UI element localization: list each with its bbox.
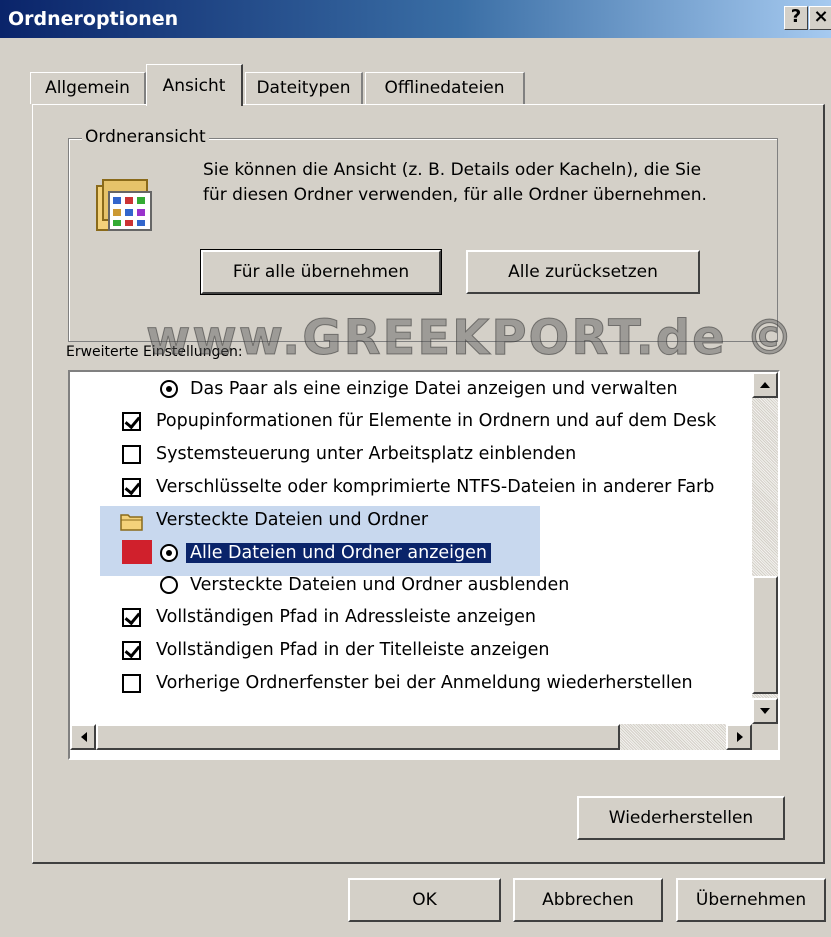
cancel-button[interactable]: Abbrechen (513, 878, 663, 922)
reset-all-folders-button[interactable]: Alle zurücksetzen (466, 250, 700, 294)
setting-row-systemsteuerung[interactable]: Systemsteuerung unter Arbeitsplatz einbl… (70, 439, 752, 469)
setting-label: Versteckte Dateien und Ordner ausblenden (190, 575, 570, 595)
advanced-settings-tree[interactable]: Das Paar als eine einzige Datei anzeigen… (68, 370, 780, 760)
setting-row-paar-als-datei[interactable]: Das Paar als eine einzige Datei anzeigen… (70, 374, 752, 404)
setting-row-pfad-adressleiste[interactable]: Vollständigen Pfad in Adressleiste anzei… (70, 602, 752, 632)
setting-label: Das Paar als eine einzige Datei anzeigen… (190, 379, 678, 399)
advanced-settings-list: Das Paar als eine einzige Datei anzeigen… (70, 372, 752, 724)
setting-label: Verschlüsselte oder komprimierte NTFS-Da… (156, 477, 715, 497)
setting-row-alle-dateien-anzeigen[interactable]: Alle Dateien und Ordner anzeigen (70, 538, 752, 568)
setting-row-ordnerfenster-wiederherstellen[interactable]: Vorherige Ordnerfenster bei der Anmeldun… (70, 668, 752, 698)
arrow-up-icon (760, 382, 770, 388)
title-bar[interactable]: Ordneroptionen ? × (0, 0, 831, 38)
radio-versteckte-ausblenden[interactable] (160, 576, 178, 594)
checkbox-ordnerfenster-wiederherstellen[interactable] (122, 674, 141, 693)
horizontal-scroll-thumb[interactable] (96, 724, 620, 750)
setting-row-versteckte-dateien-group[interactable]: Versteckte Dateien und Ordner (70, 505, 752, 535)
setting-label: Vollständigen Pfad in Adressleiste anzei… (156, 607, 536, 627)
window-title: Ordneroptionen (8, 8, 179, 30)
arrow-right-icon (737, 732, 743, 742)
restore-defaults-button[interactable]: Wiederherstellen (577, 796, 785, 840)
setting-row-ntfs-farbe[interactable]: Verschlüsselte oder komprimierte NTFS-Da… (70, 472, 752, 502)
vertical-scroll-thumb[interactable] (752, 576, 778, 694)
horizontal-scrollbar[interactable] (70, 724, 752, 750)
setting-label: Vollständigen Pfad in der Titelleiste an… (156, 640, 550, 660)
watermark: www.GREEKPORT.de © (145, 310, 796, 367)
checkbox-popupinformationen[interactable] (122, 412, 141, 431)
folder-view-description: Sie können die Ansicht (z. B. Details od… (203, 160, 707, 205)
tab-ansicht[interactable]: Ansicht (146, 64, 243, 106)
apply-to-all-folders-button[interactable]: Für alle übernehmen (200, 249, 442, 295)
arrow-left-icon (81, 732, 87, 742)
arrow-down-icon (760, 708, 770, 714)
scrollbar-corner (752, 724, 778, 750)
tab-dateitypen[interactable]: Dateitypen (245, 72, 363, 104)
folder-options-dialog: Ordneroptionen ? × Allgemein Ansicht Dat… (0, 0, 831, 937)
close-button[interactable]: × (809, 6, 831, 30)
setting-label-selected: Alle Dateien und Ordner anzeigen (186, 543, 491, 563)
setting-row-popupinformationen[interactable]: Popupinformationen für Elemente in Ordne… (70, 406, 752, 436)
scroll-up-button[interactable] (752, 372, 778, 398)
radio-alle-dateien-anzeigen[interactable] (160, 544, 178, 562)
checkbox-systemsteuerung[interactable] (122, 445, 141, 464)
setting-label: Versteckte Dateien und Ordner (156, 510, 429, 530)
scroll-down-button[interactable] (752, 698, 778, 724)
help-button[interactable]: ? (784, 6, 808, 30)
folder-icon (120, 511, 144, 541)
radio-paar-als-datei[interactable] (160, 380, 178, 398)
checkbox-pfad-titelleiste[interactable] (122, 641, 141, 660)
setting-row-pfad-titelleiste[interactable]: Vollständigen Pfad in der Titelleiste an… (70, 635, 752, 665)
apply-button[interactable]: Übernehmen (676, 878, 826, 922)
setting-row-versteckte-ausblenden[interactable]: Versteckte Dateien und Ordner ausblenden (70, 570, 752, 600)
setting-label: Vorherige Ordnerfenster bei der Anmeldun… (156, 673, 693, 693)
setting-label: Systemsteuerung unter Arbeitsplatz einbl… (156, 444, 577, 464)
folder-view-group-label: Ordneransicht (82, 127, 209, 147)
tab-allgemein[interactable]: Allgemein (30, 72, 146, 104)
folder-view-icon (93, 176, 173, 244)
scroll-left-button[interactable] (70, 724, 96, 750)
setting-label: Popupinformationen für Elemente in Ordne… (156, 411, 717, 431)
checkbox-ntfs-farbe[interactable] (122, 478, 141, 497)
ok-button[interactable]: OK (348, 878, 501, 922)
tab-offlinedateien[interactable]: Offlinedateien (365, 72, 525, 104)
checkbox-pfad-adressleiste[interactable] (122, 608, 141, 627)
vertical-scrollbar[interactable] (752, 372, 778, 724)
scroll-right-button[interactable] (726, 724, 752, 750)
